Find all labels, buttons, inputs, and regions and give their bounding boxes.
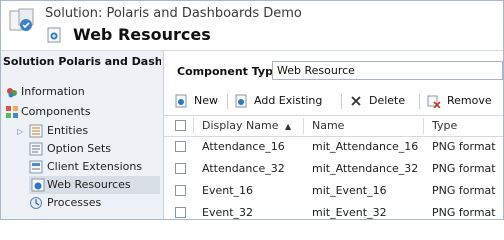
toolbar-divider	[341, 94, 342, 109]
cell-name: mit_Event_32	[312, 206, 387, 219]
page-title: Web Resources	[73, 25, 211, 44]
cell-name: mit_Attendance_32	[312, 162, 419, 175]
solution-name: Solution Polaris and Dashbo...	[3, 55, 161, 68]
toolbar-divider	[227, 94, 228, 109]
delete-x-icon	[351, 96, 361, 106]
option-sets-icon	[29, 142, 43, 156]
column-divider	[193, 118, 194, 134]
row-checkbox[interactable]	[175, 141, 186, 152]
expand-arrow-icon[interactable]: ▷	[17, 127, 23, 136]
grid-toolbar: New Add Existing Delete Remove	[164, 91, 503, 111]
sidebar-item-processes[interactable]: Processes	[29, 194, 159, 212]
cell-name: mit_Event_16	[312, 184, 387, 197]
sidebar-item-label: Processes	[47, 196, 102, 209]
information-icon	[7, 88, 17, 98]
cell-display-name: Attendance_16	[202, 140, 285, 153]
cell-type: PNG format	[432, 206, 496, 219]
cell-type: PNG format	[432, 162, 496, 175]
table-row[interactable]: Attendance_16 mit_Attendance_16 PNG form…	[164, 136, 503, 158]
select-all-checkbox[interactable]	[175, 120, 186, 131]
cell-type: PNG format	[432, 140, 496, 153]
row-checkbox[interactable]	[175, 185, 186, 196]
cell-display-name: Event_32	[202, 206, 254, 219]
app-window: Solution: Polaris and Dashboards Demo We…	[0, 0, 504, 220]
cell-type: PNG format	[432, 184, 496, 197]
grid-header: Display Name ▲ Name Type	[164, 115, 503, 137]
add-existing-button-label: Add Existing	[254, 94, 323, 107]
sidebar-item-label: Client Extensions	[47, 160, 143, 173]
delete-button[interactable]: Delete	[349, 91, 409, 111]
solution-logo-icon	[9, 8, 34, 31]
toolbar-divider	[419, 94, 420, 109]
sidebar-item-label: Web Resources	[47, 178, 131, 191]
delete-button-label: Delete	[369, 94, 406, 107]
sidebar-item-label: Entities	[47, 124, 89, 137]
new-button-label: New	[194, 94, 218, 107]
page-header: Solution: Polaris and Dashboards Demo We…	[1, 1, 503, 51]
main-content: Component Type Web Resource New Add Exis…	[164, 51, 503, 219]
sort-ascending-icon: ▲	[285, 122, 292, 131]
remove-button-label: Remove	[447, 94, 492, 107]
sidebar-item-information[interactable]: Information	[3, 83, 153, 101]
column-header-name[interactable]: Name	[312, 116, 344, 136]
new-button[interactable]: New	[174, 91, 224, 111]
component-type-label: Component Type	[177, 65, 281, 78]
sidebar-item-option-sets[interactable]: Option Sets	[29, 140, 159, 158]
breadcrumb: Solution: Polaris and Dashboards Demo	[45, 6, 302, 21]
add-existing-icon	[235, 94, 247, 108]
processes-icon	[30, 197, 42, 209]
column-header-type[interactable]: Type	[432, 116, 457, 136]
remove-icon	[427, 95, 441, 108]
column-header-label: Display Name	[202, 119, 279, 132]
row-checkbox[interactable]	[175, 163, 186, 174]
sidebar-item-client-extensions[interactable]: Client Extensions	[29, 158, 159, 176]
components-icon	[6, 106, 18, 118]
web-resource-page-icon	[47, 27, 61, 43]
sidebar-item-label: Information	[21, 85, 85, 98]
new-icon	[175, 94, 187, 108]
left-navigation: Solution Polaris and Dashbo... Informati…	[1, 51, 164, 219]
column-header-display-name[interactable]: Display Name ▲	[202, 116, 291, 136]
sidebar-item-entities[interactable]: Entities	[29, 122, 159, 140]
table-row[interactable]: Attendance_32 mit_Attendance_32 PNG form…	[164, 158, 503, 180]
entities-icon	[29, 124, 43, 138]
table-row[interactable]: Event_16 mit_Event_16 PNG format	[164, 180, 503, 202]
row-checkbox[interactable]	[175, 207, 186, 218]
cell-display-name: Event_16	[202, 184, 254, 197]
column-divider	[303, 118, 304, 134]
column-divider	[423, 118, 424, 134]
sidebar-item-label: Components	[21, 105, 91, 118]
client-extensions-icon	[29, 160, 43, 174]
sidebar-item-web-resources[interactable]: Web Resources	[29, 176, 160, 194]
sidebar-item-label: Option Sets	[47, 142, 112, 155]
web-resources-icon	[31, 178, 45, 192]
remove-button[interactable]: Remove	[427, 91, 502, 111]
sidebar-item-components[interactable]: Components	[3, 103, 153, 121]
add-existing-button[interactable]: Add Existing	[234, 91, 334, 111]
table-row[interactable]: Event_32 mit_Event_32 PNG format	[164, 202, 503, 219]
component-type-select[interactable]: Web Resource	[272, 61, 503, 80]
cell-display-name: Attendance_32	[202, 162, 285, 175]
cell-name: mit_Attendance_16	[312, 140, 419, 153]
